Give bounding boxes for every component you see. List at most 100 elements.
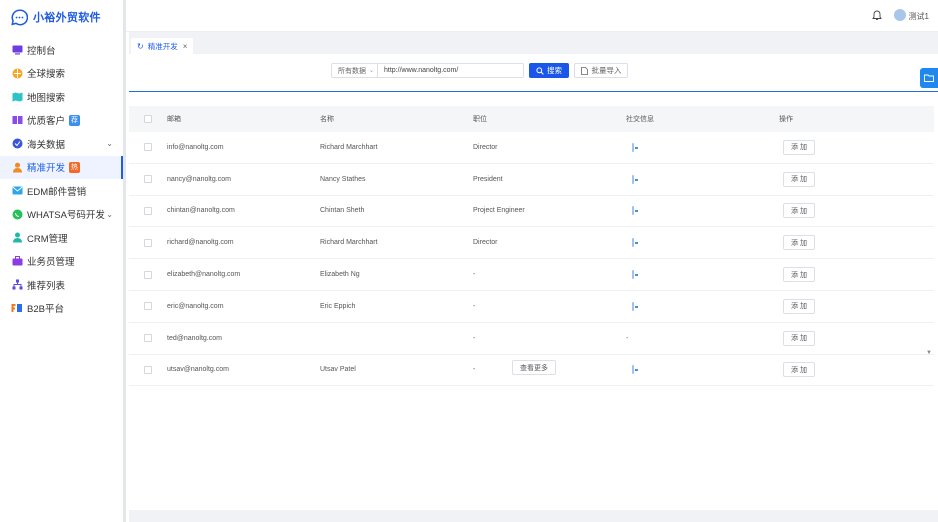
row-email: ted@nanoltg.com bbox=[167, 334, 222, 342]
customs-icon bbox=[11, 138, 23, 150]
hierarchy-icon bbox=[11, 279, 23, 291]
content-panel: 所有数据 ⌄ http://www.nanoltg.com/ 搜索 批量导入 邮… bbox=[129, 54, 938, 510]
column-header-position: 职位 bbox=[473, 116, 487, 123]
sidebar-item-label: 海关数据 bbox=[27, 139, 66, 151]
bell-icon[interactable] bbox=[872, 10, 882, 21]
select-all-checkbox[interactable] bbox=[144, 115, 152, 123]
user-name[interactable]: 测试1 bbox=[909, 11, 929, 22]
add-button[interactable]: 添 加 bbox=[783, 362, 815, 378]
tab-bar: ↻ 精准开发 × bbox=[129, 32, 938, 56]
table-row: eric@nanoltg.com Eric Eppich - 添 加 bbox=[129, 291, 934, 323]
tab-precise-development[interactable]: ↻ 精准开发 × bbox=[131, 37, 194, 56]
refresh-icon[interactable]: ↻ bbox=[137, 42, 144, 51]
row-name: Richard Marchhart bbox=[320, 239, 378, 247]
row-email: info@nanoltg.com bbox=[167, 143, 224, 151]
row-email: eric@nanoltg.com bbox=[167, 302, 224, 310]
add-button[interactable]: 添 加 bbox=[783, 235, 815, 251]
social-profile-icon[interactable] bbox=[632, 365, 634, 375]
column-header-social: 社交信息 bbox=[626, 116, 654, 123]
mail-icon bbox=[11, 185, 23, 197]
row-name: Elizabeth Ng bbox=[320, 271, 360, 279]
search-button[interactable]: 搜索 bbox=[529, 63, 569, 78]
sidebar-item-label: CRM管理 bbox=[27, 233, 68, 245]
social-empty: - bbox=[626, 334, 629, 342]
sidebar-item-quality-customers[interactable]: 优质客户 荐 bbox=[0, 109, 123, 133]
row-checkbox[interactable] bbox=[144, 365, 152, 374]
scope-select[interactable]: 所有数据 ⌄ bbox=[331, 63, 377, 78]
sidebar-item-recommend-list[interactable]: 推荐列表 bbox=[0, 273, 123, 297]
add-button[interactable]: 添 加 bbox=[783, 330, 815, 346]
document-icon bbox=[580, 66, 588, 75]
social-profile-icon[interactable] bbox=[632, 174, 634, 184]
sidebar-item-whatsapp[interactable]: WHATSA号码开发 ⌄ bbox=[0, 203, 123, 227]
table-row: elizabeth@nanoltg.com Elizabeth Ng - 添 加 bbox=[129, 259, 934, 291]
batch-import-button[interactable]: 批量导入 bbox=[574, 63, 628, 78]
app-name: 小裕外贸软件 bbox=[33, 12, 101, 24]
table-header: 邮箱 名称 职位 社交信息 操作 bbox=[129, 106, 934, 132]
whatsapp-icon bbox=[11, 208, 23, 220]
column-header-name: 名称 bbox=[320, 116, 334, 123]
divider bbox=[129, 91, 938, 92]
sidebar-item-label: EDM邮件营销 bbox=[27, 186, 87, 198]
row-checkbox[interactable] bbox=[144, 270, 152, 279]
social-profile-icon[interactable] bbox=[632, 270, 634, 280]
row-position: - bbox=[473, 271, 476, 279]
column-header-action: 操作 bbox=[779, 116, 793, 123]
scope-select-value: 所有数据 bbox=[338, 67, 366, 75]
table-row: info@nanoltg.com Richard Marchhart Direc… bbox=[129, 132, 934, 164]
sidebar-item-crm[interactable]: CRM管理 bbox=[0, 226, 123, 250]
book-icon bbox=[11, 114, 23, 126]
url-input[interactable]: http://www.nanoltg.com/ bbox=[377, 63, 524, 78]
social-profile-icon[interactable] bbox=[632, 206, 634, 216]
close-icon[interactable]: × bbox=[183, 42, 188, 51]
row-position: Director bbox=[473, 239, 498, 247]
social-profile-icon[interactable] bbox=[632, 142, 634, 152]
scroll-down-icon[interactable]: ▼ bbox=[926, 350, 932, 356]
load-more-button[interactable]: 查看更多 bbox=[512, 360, 556, 375]
row-position: Project Engineer bbox=[473, 207, 525, 215]
app-logo[interactable]: 小裕外贸软件 bbox=[0, 0, 123, 34]
add-button[interactable]: 添 加 bbox=[783, 139, 815, 155]
folder-icon[interactable] bbox=[920, 68, 938, 88]
row-checkbox[interactable] bbox=[144, 334, 152, 343]
social-profile-icon[interactable] bbox=[632, 301, 634, 311]
row-checkbox[interactable] bbox=[144, 175, 152, 184]
row-checkbox[interactable] bbox=[144, 143, 152, 152]
row-checkbox[interactable] bbox=[144, 206, 152, 215]
row-position: President bbox=[473, 175, 503, 183]
sidebar-item-label: 推荐列表 bbox=[27, 280, 66, 292]
row-name: Utsav Patel bbox=[320, 366, 356, 374]
sidebar-item-label: WHATSA号码开发 bbox=[27, 210, 105, 222]
b2b-icon bbox=[11, 302, 23, 314]
social-profile-icon[interactable] bbox=[632, 238, 634, 248]
row-email: utsav@nanoltg.com bbox=[167, 366, 229, 374]
sidebar-item-customs-data[interactable]: 海关数据 ⌄ bbox=[0, 132, 123, 156]
sidebar-item-map-search[interactable]: 地图搜索 bbox=[0, 85, 123, 109]
add-button[interactable]: 添 加 bbox=[783, 203, 815, 219]
table-body: info@nanoltg.com Richard Marchhart Direc… bbox=[129, 132, 934, 387]
search-icon bbox=[536, 66, 544, 75]
row-email: nancy@nanoltg.com bbox=[167, 175, 231, 183]
sidebar-item-global-search[interactable]: 全球搜索 bbox=[0, 62, 123, 86]
avatar[interactable] bbox=[894, 9, 906, 21]
sidebar-item-label: 业务员管理 bbox=[27, 257, 75, 269]
sidebar-item-label: 控制台 bbox=[27, 45, 56, 57]
row-name: Eric Eppich bbox=[320, 302, 356, 310]
row-checkbox[interactable] bbox=[144, 238, 152, 247]
sidebar-item-salesman[interactable]: 业务员管理 bbox=[0, 250, 123, 274]
sidebar-item-precise-development[interactable]: 精准开发 热 bbox=[0, 155, 123, 179]
sidebar-item-b2b[interactable]: B2B平台 bbox=[0, 297, 123, 321]
top-bar: 测试1 bbox=[126, 0, 938, 32]
add-button[interactable]: 添 加 bbox=[783, 171, 815, 187]
row-checkbox[interactable] bbox=[144, 302, 152, 311]
add-button[interactable]: 添 加 bbox=[783, 298, 815, 314]
sidebar-item-dashboard[interactable]: 控制台 bbox=[0, 38, 123, 62]
contacts-table: 邮箱 名称 职位 社交信息 操作 info@nanoltg.com Richar… bbox=[129, 106, 934, 387]
row-position: - bbox=[473, 334, 476, 342]
add-button[interactable]: 添 加 bbox=[783, 267, 815, 283]
column-header-email: 邮箱 bbox=[167, 116, 181, 123]
sidebar-menu: 控制台 全球搜索 地图搜索 优质客户 荐 海关数据 ⌄ 精准开发 热 EDM邮件… bbox=[0, 38, 123, 320]
sidebar-item-label: 全球搜索 bbox=[27, 69, 66, 81]
sidebar-item-edm[interactable]: EDM邮件营销 bbox=[0, 179, 123, 203]
briefcase-icon bbox=[11, 255, 23, 267]
